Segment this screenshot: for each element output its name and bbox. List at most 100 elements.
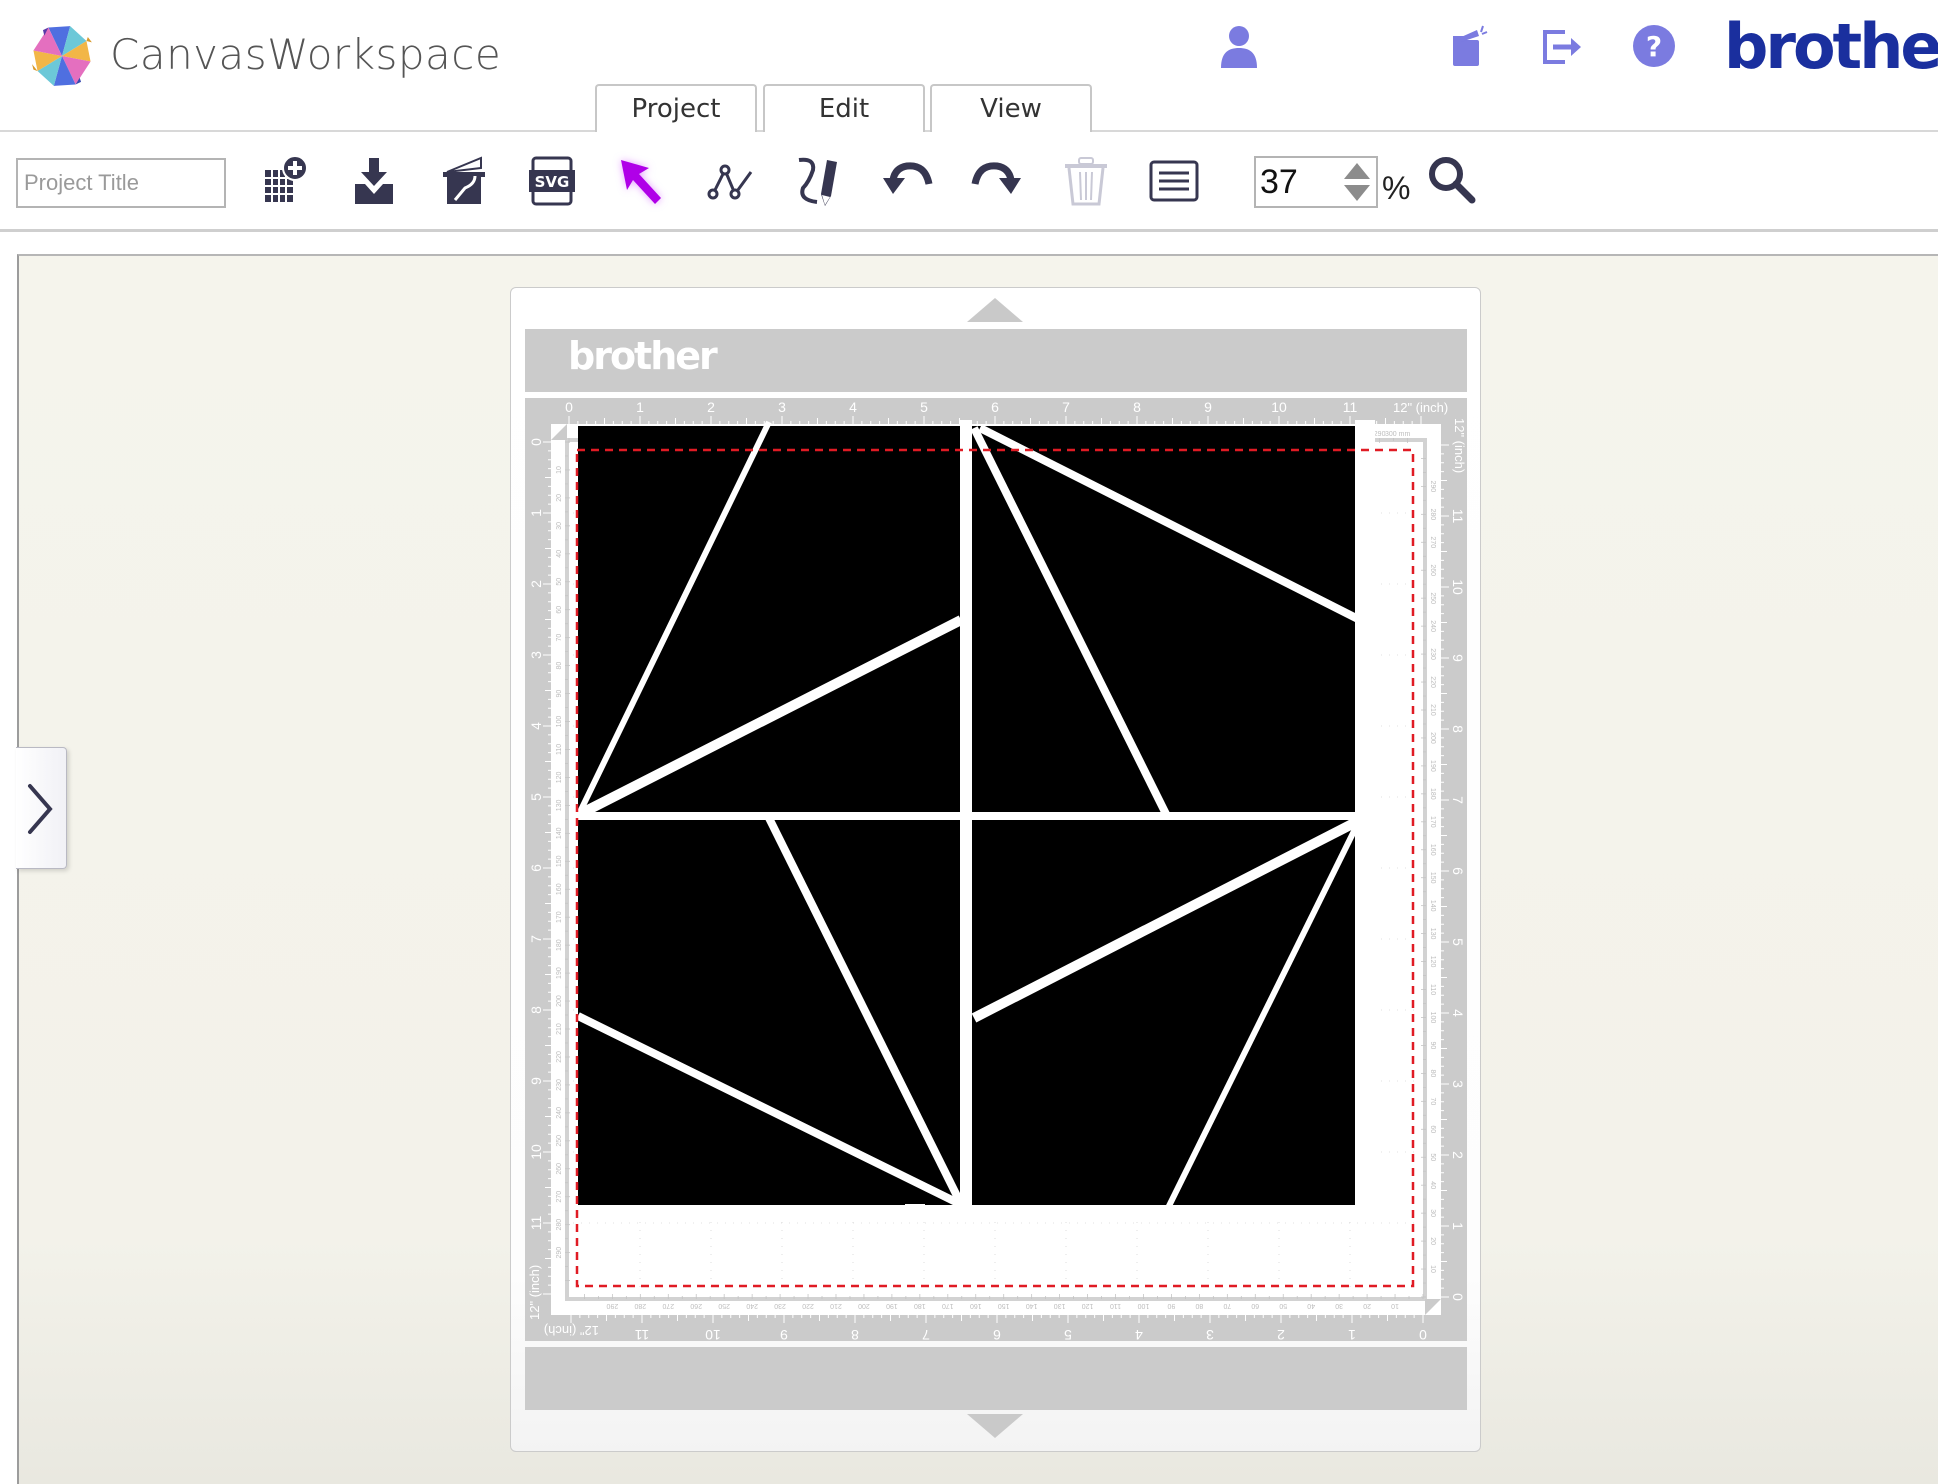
ruler-left-mm-label: 240 [556, 1107, 563, 1119]
ruler-right-mm-label: 280 [1429, 508, 1436, 520]
ruler-right-inch-label: 1 [1450, 1222, 1466, 1230]
ruler-left-inch-label: 11 [528, 1216, 544, 1231]
svg-text:?: ? [1646, 30, 1662, 63]
ruler-left-inch-label: 0 [528, 438, 544, 446]
ruler-left-mm-label: 170 [556, 911, 563, 923]
ruler-right-mm-label: 260 [1429, 564, 1436, 576]
ruler-top-inch-label: 4 [849, 399, 857, 415]
ruler-right-mm-label: 190 [1429, 760, 1436, 772]
ruler-left-mm-label: 160 [556, 883, 563, 895]
ruler-bottom-mm-label: 220 [802, 1302, 814, 1309]
zoom-magnifier-icon[interactable] [1426, 154, 1478, 206]
ruler-right-mm-label: 250 [1429, 592, 1436, 604]
design-shapes[interactable] [573, 420, 1375, 1216]
ruler-left-inch-label: 2 [528, 580, 544, 588]
mat-footer-band [525, 1347, 1467, 1410]
ruler-right-mm-label: 140 [1429, 900, 1436, 912]
ruler-top-inch-label: 9 [1204, 399, 1212, 415]
ruler-right-mm-label: 210 [1429, 704, 1436, 716]
ruler-left-inch-label: 1 [528, 509, 544, 517]
side-panel-toggle-button[interactable] [16, 747, 67, 869]
scroll-down-arrow-icon[interactable] [967, 1414, 1023, 1438]
new-project-button[interactable] [254, 150, 314, 212]
ruler-bottom-mm-label: 170 [942, 1302, 954, 1309]
ruler-right-mm-label: 10 [1429, 1265, 1436, 1273]
open-folder-icon[interactable] [1447, 22, 1495, 70]
ruler-bottom-mm-label: 70 [1223, 1302, 1231, 1309]
ruler-left-mm-label: 130 [556, 799, 563, 811]
ruler-left-inch-label: 3 [528, 651, 544, 659]
ruler-bottom-mm-label: 110 [1110, 1302, 1121, 1309]
ruler-top-inch-label: 7 [1062, 399, 1070, 415]
object-list-button[interactable] [1144, 150, 1204, 212]
ruler-left-inch-label: 4 [528, 722, 544, 730]
ruler-left-inch-label: 10 [528, 1144, 544, 1160]
ruler-bottom-mm-label: 60 [1251, 1302, 1259, 1309]
ruler-bottom-inch-label: 10 [705, 1327, 721, 1341]
svg-import-button[interactable]: SVG [522, 150, 582, 212]
import-image-button[interactable] [434, 150, 494, 212]
cutting-mat[interactable]: 000011112222333344445555666 6777788889999… [525, 398, 1467, 1341]
ruler-right-mm-label: 270 [1429, 536, 1436, 548]
svg-import-icon: SVG [529, 156, 575, 206]
ruler-right-mm-label: 40 [1429, 1181, 1436, 1189]
ruler-bottom-mm-label: 290 [606, 1302, 618, 1309]
ruler-bottom-mm-label: 270 [662, 1302, 674, 1309]
ruler-bottom-mm-label: 200 [858, 1302, 870, 1309]
ruler-top-inch-end-label: 12" (inch) [1393, 400, 1448, 415]
ruler-right-mm-label: 150 [1429, 872, 1436, 884]
ruler-top-inch-label: 3 [778, 399, 786, 415]
ruler-bottom-inch-label: 4 [1135, 1327, 1143, 1341]
ruler-bottom-mm-label: 190 [886, 1302, 898, 1309]
ruler-left-mm-label: 250 [556, 1135, 563, 1147]
ruler-left-mm-label: 140 [556, 827, 563, 839]
ruler-left-mm-label: 180 [556, 939, 563, 951]
zoom-increase-arrow-icon[interactable] [1344, 163, 1370, 179]
object-list-icon [1149, 160, 1199, 202]
ruler-right-mm-label: 130 [1429, 928, 1436, 940]
tab-project[interactable]: Project [595, 84, 757, 132]
ruler-left-mm-label: 10 [556, 466, 563, 474]
ruler-left-mm-label: 200 [556, 995, 563, 1007]
ruler-top-inch-label: 10 [1271, 399, 1287, 415]
ruler-bottom-mm-label: 250 [718, 1302, 730, 1309]
ruler-right-mm-label: 170 [1429, 816, 1436, 828]
zoom-stepper[interactable] [1254, 156, 1378, 208]
zoom-decrease-arrow-icon[interactable] [1344, 185, 1370, 201]
ruler-bottom-inch-label: 7 [922, 1327, 930, 1341]
scroll-up-arrow-icon[interactable] [967, 298, 1023, 322]
ruler-left-mm-label: 50 [556, 578, 563, 586]
logout-icon[interactable] [1537, 22, 1585, 70]
ruler-bottom-inch-label: 2 [1277, 1327, 1285, 1341]
user-account-icon[interactable] [1215, 22, 1263, 70]
node-edit-button[interactable] [700, 150, 760, 212]
ruler-right-mm-label: 70 [1429, 1097, 1436, 1105]
ruler-left-mm-label: 260 [556, 1163, 563, 1175]
chevron-right-icon [28, 784, 53, 834]
trash-icon [1065, 157, 1107, 206]
ruler-right-mm-label: 20 [1429, 1237, 1436, 1245]
redo-button[interactable] [966, 150, 1026, 212]
tab-view[interactable]: View [930, 84, 1092, 132]
tab-edit[interactable]: Edit [763, 84, 925, 132]
help-icon[interactable]: ? [1630, 22, 1678, 70]
ruler-bottom-inch-label: 11 [635, 1327, 650, 1341]
ruler-right-mm-label: 180 [1429, 788, 1436, 800]
download-button[interactable] [344, 150, 404, 212]
ruler-top-inch-label: 6 [991, 399, 999, 415]
undo-button[interactable] [878, 150, 938, 212]
select-tool-button[interactable] [612, 150, 672, 212]
select-arrow-icon [621, 160, 661, 204]
freehand-draw-button[interactable] [790, 150, 850, 212]
ruler-top-inch-label: 11 [1343, 399, 1358, 415]
ruler-right-mm-label: 200 [1429, 732, 1436, 744]
ruler-top-inch-label: 0 [565, 399, 573, 415]
project-title-input[interactable] [16, 158, 226, 208]
redo-icon [971, 162, 1021, 194]
ruler-left-mm-label: 270 [556, 1191, 563, 1203]
zoom-input[interactable] [1260, 162, 1340, 202]
ruler-right-mm-label: 220 [1429, 676, 1436, 688]
svg-text:SVG: SVG [535, 173, 570, 191]
ruler-right-mm-label: 240 [1429, 620, 1436, 632]
delete-button[interactable] [1056, 150, 1116, 212]
